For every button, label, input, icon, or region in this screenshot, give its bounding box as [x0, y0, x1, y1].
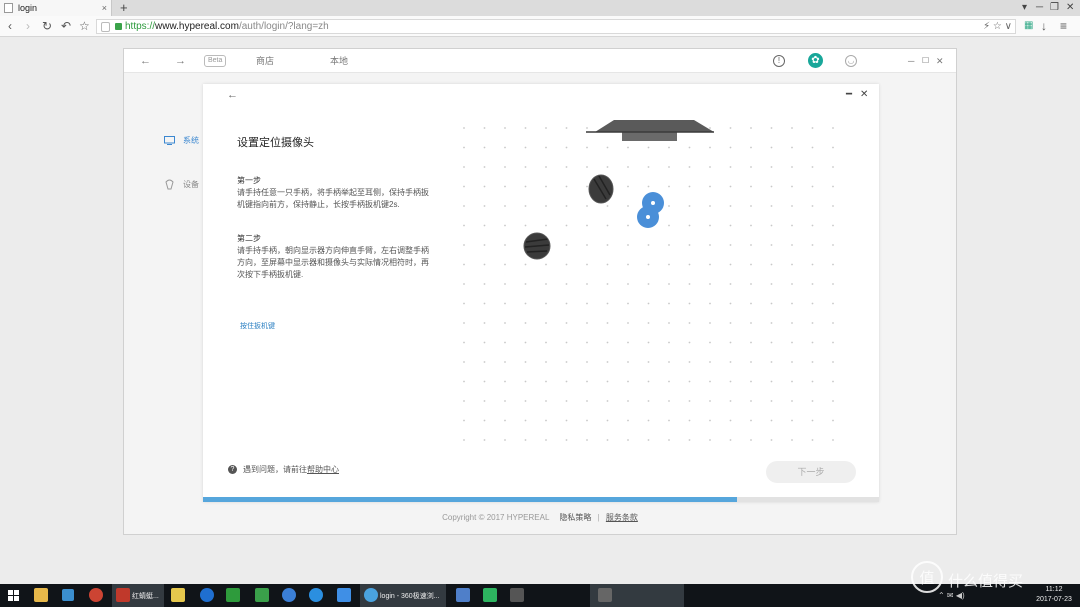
- taskbar-item-label: 红蜻蜓...: [132, 593, 159, 600]
- address-bar-icons[interactable]: ⚡ ☆ ∨: [983, 20, 1012, 33]
- hypereal-icon: [598, 588, 612, 602]
- grid-floor: [458, 119, 838, 449]
- nav-item-label: 系统​: [183, 136, 199, 145]
- mail-icon[interactable]: [337, 588, 351, 602]
- app-forward-icon[interactable]: →: [175, 55, 186, 67]
- taskbar-item-label: login - 360极速浏...: [380, 593, 440, 600]
- url-path: /auth/login/?lang=zh: [238, 21, 329, 32]
- browser-toolbar: ‹ › ↻ ↶ ☆ https:// www.hypereal.com /aut…: [0, 16, 1080, 37]
- back-icon[interactable]: ‹: [8, 19, 12, 33]
- browser-maximize-button[interactable]: ❐: [1050, 2, 1059, 13]
- browser-360-icon: [364, 588, 378, 602]
- next-step-button[interactable]: 下一步: [766, 461, 856, 483]
- step-one-text: 请手持任意一只手柄，将手柄举起至耳侧，保持手柄扳机键指向前方，保持静止，长按手柄…: [237, 188, 429, 209]
- browser-menu-icon[interactable]: ▾: [1022, 2, 1027, 13]
- app-back-icon[interactable]: ←: [140, 55, 151, 67]
- watermark-logo: 值 什么值得买: [911, 561, 1023, 593]
- address-bar[interactable]: https:// www.hypereal.com /auth/login/?l…: [96, 19, 1016, 34]
- app-icon[interactable]: [456, 588, 470, 602]
- privacy-link[interactable]: 隐私策略: [559, 513, 591, 522]
- step-one-heading: 第一步: [237, 176, 261, 185]
- monitor-icon: [164, 136, 175, 145]
- terminal-icon[interactable]: [255, 588, 269, 602]
- browser-minimize-button[interactable]: ─: [1036, 2, 1043, 13]
- app-close-button[interactable]: ✕: [936, 55, 944, 67]
- controller-icon: [165, 179, 174, 190]
- tab-close-icon[interactable]: ×: [102, 3, 107, 13]
- app-header: ← → Beta 商店 本地 ! ✿ ◡ ─ ☐ ✕: [124, 49, 956, 73]
- footer: Copyright © 2017 HYPEREAL 隐私策略 | 服务条款: [124, 512, 956, 523]
- nav-local[interactable]: 本地: [330, 55, 348, 67]
- step-one: 第一步 请手持任意一只手柄，将手柄举起至耳侧，保持手柄扳机键指向前方，保持静止，…: [237, 175, 433, 211]
- download-icon[interactable]: ↓: [1041, 19, 1047, 33]
- url-scheme: https://: [125, 21, 156, 32]
- app-minimize-button[interactable]: ─: [908, 55, 914, 67]
- app-window: ← → Beta 商店 本地 ! ✿ ◡ ─ ☐ ✕ 系统​ 设备​ Copyr…: [123, 48, 957, 535]
- menu-icon[interactable]: ≡: [1060, 19, 1067, 33]
- dialog-title: 设置定位摄像头: [237, 137, 314, 149]
- step-two: 第二步 请手持手柄，朝向显示器方向伸直手臂，左右调整手柄方向，至屏幕中显示器和摄…: [237, 233, 433, 281]
- windows-start-icon[interactable]: [8, 590, 19, 601]
- network-icon[interactable]: [62, 589, 74, 601]
- dialog-back-icon[interactable]: ←: [227, 89, 238, 101]
- help-text: 遇到问题，请前往: [243, 465, 307, 474]
- refresh-icon[interactable]: ↻: [42, 19, 52, 33]
- step-two-text: 请手持手柄，朝向显示器方向伸直手臂，左右调整手柄方向，至屏幕中显示器和摄像头与实…: [237, 246, 429, 279]
- app-icon[interactable]: [89, 588, 103, 602]
- help-row: ? 遇到问题，请前往 帮助中心: [228, 464, 339, 475]
- undo-icon[interactable]: ↶: [61, 19, 71, 33]
- app-icon[interactable]: [483, 588, 497, 602]
- svg-text:值: 值: [919, 569, 934, 587]
- nav-store[interactable]: 商店: [256, 55, 274, 67]
- help-center-link[interactable]: 帮助中心: [307, 464, 339, 475]
- notification-icon[interactable]: !: [773, 55, 785, 67]
- camera-setup-dialog: ← ━ ✕ 设置定位摄像头 第一步 请手持任意一只手柄，将手柄举起至耳侧，保持手…: [203, 84, 879, 502]
- redfly-icon: [116, 588, 130, 602]
- controller-left: [523, 232, 551, 260]
- dialog-minimize-button[interactable]: ━: [846, 89, 852, 100]
- step-two-heading: 第二步: [237, 234, 261, 243]
- hypereal-icon[interactable]: [510, 588, 524, 602]
- star-icon[interactable]: ☆: [79, 19, 90, 33]
- dialog-close-button[interactable]: ✕: [860, 89, 868, 100]
- progress-bar: [203, 497, 879, 502]
- page-icon: [4, 3, 13, 13]
- hold-trigger-link[interactable]: 按住扳机键: [240, 321, 275, 331]
- new-tab-button[interactable]: +: [120, 1, 128, 15]
- progress-fill: [203, 497, 738, 502]
- apps-icon[interactable]: ▦: [1024, 19, 1033, 33]
- lock-icon: [115, 23, 122, 30]
- forward-icon[interactable]: ›: [26, 19, 30, 33]
- nav-item-label: 设备​: [183, 180, 199, 189]
- app-maximize-button[interactable]: ☐: [922, 55, 929, 67]
- terms-link[interactable]: 服务条款: [606, 513, 638, 522]
- svg-text:什么值得买: 什么值得买: [948, 572, 1023, 590]
- footer-divider: |: [597, 513, 600, 522]
- file-explorer-icon[interactable]: [34, 588, 48, 602]
- copyright-text: Copyright © 2017 HYPEREAL: [442, 513, 550, 522]
- messenger-icon[interactable]: [309, 588, 323, 602]
- pen-tool-icon[interactable]: [171, 588, 185, 602]
- edge-icon[interactable]: [200, 588, 214, 602]
- settings-gear-icon[interactable]: ✿: [808, 53, 823, 68]
- tab-title: login: [18, 3, 38, 13]
- controller-right: [588, 174, 614, 204]
- page-viewport: ← → Beta 商店 本地 ! ✿ ◡ ─ ☐ ✕ 系统​ 设备​ Copyr…: [0, 37, 1080, 584]
- browser-icon[interactable]: [282, 588, 296, 602]
- user-icon[interactable]: ◡: [845, 55, 857, 67]
- shield-icon: [101, 21, 110, 32]
- help-icon: ?: [228, 465, 237, 474]
- beta-badge: Beta: [204, 55, 227, 67]
- url-host: www.hypereal.com: [155, 21, 239, 32]
- tab-login[interactable]: login ×: [0, 0, 112, 16]
- browser-tab-bar: login × + ▾ ─ ❐ ✕: [0, 0, 1080, 16]
- app-icon[interactable]: [226, 588, 240, 602]
- tracking-scene: [458, 119, 838, 449]
- browser-close-button[interactable]: ✕: [1066, 2, 1074, 13]
